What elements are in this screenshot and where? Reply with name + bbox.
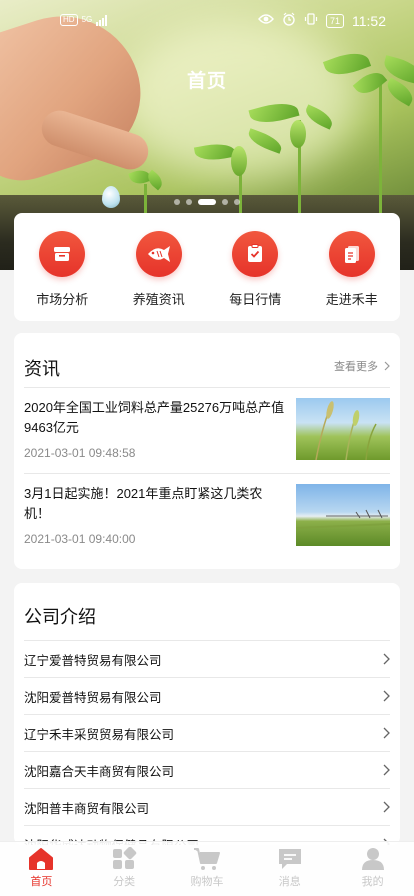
battery-indicator: 71 [325,13,344,28]
tab-bar: 首页 分类 购物车 消息 我的 [0,841,414,896]
view-more-button[interactable]: 查看更多 [334,358,390,374]
news-header: 资讯 查看更多 [24,333,390,388]
company-header: 公司介绍 [24,583,390,641]
banner-dot[interactable] [174,199,180,205]
clock: 11:52 [352,12,386,29]
view-more-label: 查看更多 [334,361,378,373]
category-label: 市场分析 [36,292,89,307]
tab-label: 我的 [361,876,384,888]
banner-pagination [0,199,414,205]
category-label: 每日行情 [229,292,282,307]
document-icon [328,231,375,277]
banner-dot[interactable] [222,199,228,205]
company-item[interactable]: 沈阳爱普特贸易有限公司 [24,678,390,715]
category-grid: 市场分析 养殖资讯 每日行情 走进禾丰 [14,213,400,321]
tab-category[interactable]: 分类 [89,842,159,896]
category-breeding-news[interactable]: 养殖资讯 [114,231,204,321]
news-item-title: 3月1日起实施！2021年重点盯紧这几类农机！ [24,486,263,521]
page-title: 首页 [186,71,227,92]
company-name: 沈阳普丰商贸有限公司 [24,801,150,816]
category-label: 走进禾丰 [325,292,378,307]
store-icon [39,231,86,277]
network-label: 5G [81,15,93,24]
news-title: 资讯 [24,359,60,379]
status-bar: HD 5G 71 11:52 [0,0,414,36]
tab-home[interactable]: 首页 [6,842,76,896]
tab-label: 分类 [113,876,136,888]
checklist-icon [232,231,279,277]
news-item-time: 2021-03-01 09:40:00 [24,532,136,546]
news-item[interactable]: 2020年全国工业饲料总产量25276万吨总产值9463亿元 2021-03-0… [24,388,390,474]
category-market-analysis[interactable]: 市场分析 [17,231,107,321]
tab-cart[interactable]: 购物车 [172,842,242,896]
tab-label: 首页 [30,876,53,888]
chevron-right-icon [383,653,390,665]
banner-dot-active[interactable] [198,199,216,205]
alarm-icon [282,12,296,29]
news-thumbnail-farmland [296,484,390,546]
user-icon [361,848,384,870]
company-name: 辽宁禾丰采贸贸易有限公司 [24,727,175,742]
company-name: 辽宁爱普特贸易有限公司 [24,653,162,668]
chevron-right-icon [383,690,390,702]
vibrate-icon [304,12,318,29]
fish-icon [135,231,182,277]
category-about-hefeng[interactable]: 走进禾丰 [307,231,397,321]
category-daily-quotes[interactable]: 每日行情 [210,231,300,321]
company-name: 沈阳爱普特贸易有限公司 [24,690,162,705]
company-item[interactable]: 沈阳嘉合天丰商贸有限公司 [24,752,390,789]
home-icon [29,848,54,870]
tab-profile[interactable]: 我的 [338,842,408,896]
chevron-right-icon [383,727,390,739]
news-item[interactable]: 3月1日起实施！2021年重点盯紧这几类农机！ 2021-03-01 09:40… [24,474,390,560]
tab-label: 消息 [278,876,301,888]
category-icon [113,847,137,869]
chevron-right-icon [383,801,390,813]
banner-dot[interactable] [234,199,240,205]
company-name: 沈阳嘉合天丰商贸有限公司 [24,764,175,779]
company-item[interactable]: 辽宁爱普特贸易有限公司 [24,641,390,678]
cart-icon [193,848,220,870]
message-icon [278,849,301,869]
eye-icon [258,13,274,28]
news-item-time: 2021-03-01 09:48:58 [24,446,136,460]
company-item[interactable]: 辽宁禾丰采贸贸易有限公司 [24,715,390,752]
news-thumbnail-wheat [296,398,390,460]
company-title: 公司介绍 [24,607,96,627]
company-item[interactable]: 沈阳普丰商贸有限公司 [24,789,390,826]
tab-label: 购物车 [190,876,224,888]
signal-icon [96,14,108,26]
company-section: 公司介绍 辽宁爱普特贸易有限公司 沈阳爱普特贸易有限公司 辽宁禾丰采贸贸易有限公… [14,583,400,845]
hd-indicator: HD [60,14,78,26]
chevron-right-icon [384,361,390,371]
news-item-title: 2020年全国工业饲料总产量25276万吨总产值9463亿元 [24,400,285,435]
tab-messages[interactable]: 消息 [255,842,325,896]
banner-dot[interactable] [186,199,192,205]
chevron-right-icon [383,764,390,776]
category-label: 养殖资讯 [132,292,185,307]
news-section: 资讯 查看更多 2020年全国工业饲料总产量25276万吨总产值9463亿元 2… [14,333,400,569]
